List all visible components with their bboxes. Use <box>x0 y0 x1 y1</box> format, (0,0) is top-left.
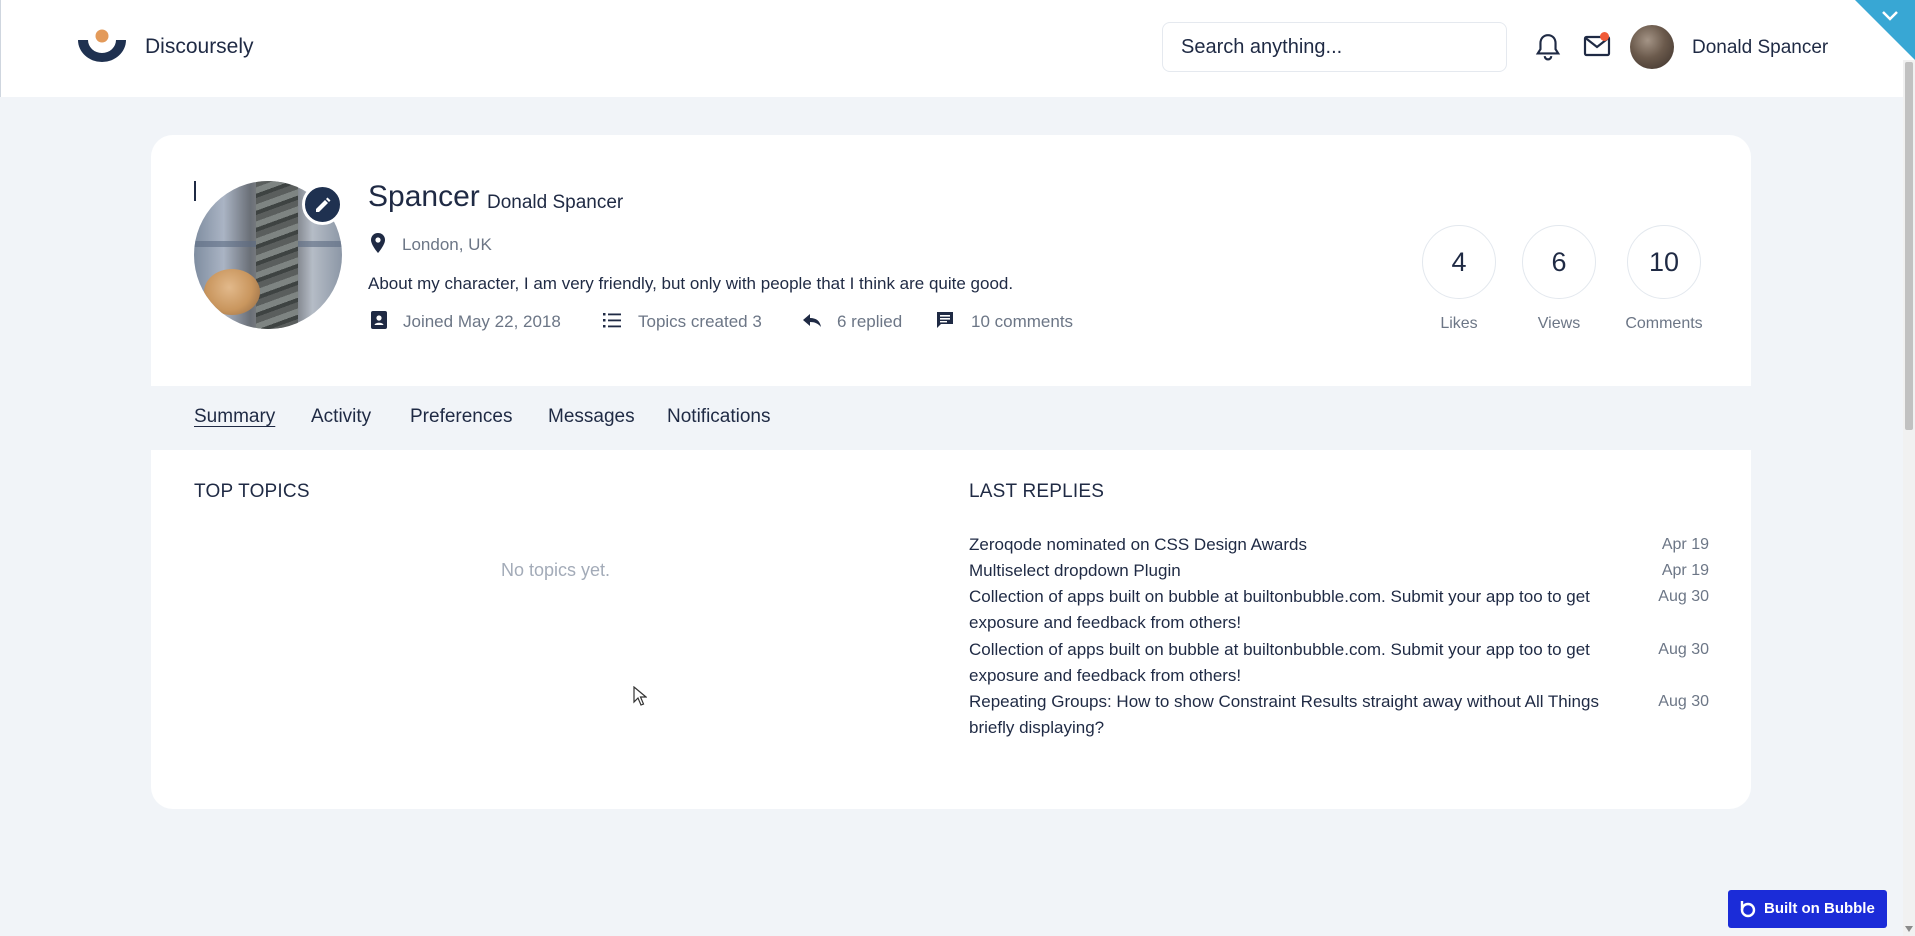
comment-icon <box>937 312 953 328</box>
joined-date: Joined May 22, 2018 <box>403 312 561 331</box>
top-navigation-bar: Discoursely Donald Spancer <box>0 0 1915 97</box>
top-topics-title: TOP TOPICS <box>194 481 310 502</box>
bubble-logo-icon <box>1740 901 1756 918</box>
reply-title[interactable]: Collection of apps built on bubble at bu… <box>969 584 1629 636</box>
reply-date: Apr 19 <box>1661 536 1709 553</box>
header-username[interactable]: Donald Spancer <box>1692 37 1828 59</box>
built-on-bubble-badge[interactable]: Built on Bubble <box>1728 890 1887 928</box>
bell-icon[interactable] <box>1535 33 1561 61</box>
edit-profile-button[interactable] <box>302 184 343 225</box>
profile-location: London, UK <box>402 235 492 254</box>
reply-date: Aug 30 <box>1658 693 1709 710</box>
no-topics-message: No topics yet. <box>501 560 611 580</box>
stat-likes-label: Likes <box>1440 315 1478 332</box>
tab-summary[interactable]: Summary <box>194 406 275 428</box>
comments-count: 10 comments <box>971 312 1074 331</box>
replied-count: 6 replied <box>837 312 903 331</box>
last-replies-title: LAST REPLIES <box>969 481 1105 502</box>
built-on-bubble-label: Built on Bubble <box>1764 900 1875 917</box>
text-cursor <box>194 181 196 201</box>
profile-display-name: Spancer <box>368 180 480 213</box>
profile-full-name: Donald Spancer <box>487 192 624 213</box>
stat-comments-value: 10 <box>1627 225 1701 299</box>
stat-likes-value: 4 <box>1422 225 1496 299</box>
reply-title[interactable]: Collection of apps built on bubble at bu… <box>969 637 1629 689</box>
reply-date: Apr 19 <box>1661 562 1709 579</box>
tab-preferences[interactable]: Preferences <box>410 406 512 428</box>
pencil-icon <box>316 197 331 212</box>
scroll-down-arrow-icon[interactable] <box>1905 926 1913 932</box>
stat-views-value: 6 <box>1522 225 1596 299</box>
reply-icon <box>803 314 821 327</box>
chevron-down-icon[interactable] <box>1881 10 1899 22</box>
scrollbar-thumb[interactable] <box>1905 62 1913 430</box>
profile-tabs: Summary Activity Preferences Messages No… <box>151 386 1751 450</box>
mouse-pointer-icon <box>633 686 647 706</box>
profile-bio: About my character, I am very friendly, … <box>368 274 1014 293</box>
tab-notifications[interactable]: Notifications <box>667 406 771 428</box>
reply-title[interactable]: Zeroqode nominated on CSS Design Awards <box>969 532 1629 558</box>
reply-date: Aug 30 <box>1658 641 1709 658</box>
mail-notification-badge <box>1600 32 1609 41</box>
tab-activity[interactable]: Activity <box>311 406 371 428</box>
id-card-icon <box>371 311 387 329</box>
brand-name[interactable]: Discoursely <box>145 35 254 59</box>
tab-messages[interactable]: Messages <box>548 406 635 428</box>
stat-views-label: Views <box>1537 315 1581 332</box>
stat-comments-label: Comments <box>1625 315 1703 332</box>
reply-date: Aug 30 <box>1658 588 1709 605</box>
search-input[interactable] <box>1162 22 1507 72</box>
profile-card: Spancer Donald Spancer London, UK About … <box>151 135 1751 809</box>
topics-created: Topics created 3 <box>638 312 762 331</box>
logo-icon[interactable] <box>76 28 128 64</box>
reply-title[interactable]: Repeating Groups: How to show Constraint… <box>969 689 1629 741</box>
reply-title[interactable]: Multiselect dropdown Plugin <box>969 558 1629 584</box>
location-pin-icon <box>371 233 385 253</box>
avatar[interactable] <box>1630 25 1674 69</box>
list-icon <box>603 313 621 328</box>
corner-ribbon[interactable] <box>1855 0 1915 60</box>
